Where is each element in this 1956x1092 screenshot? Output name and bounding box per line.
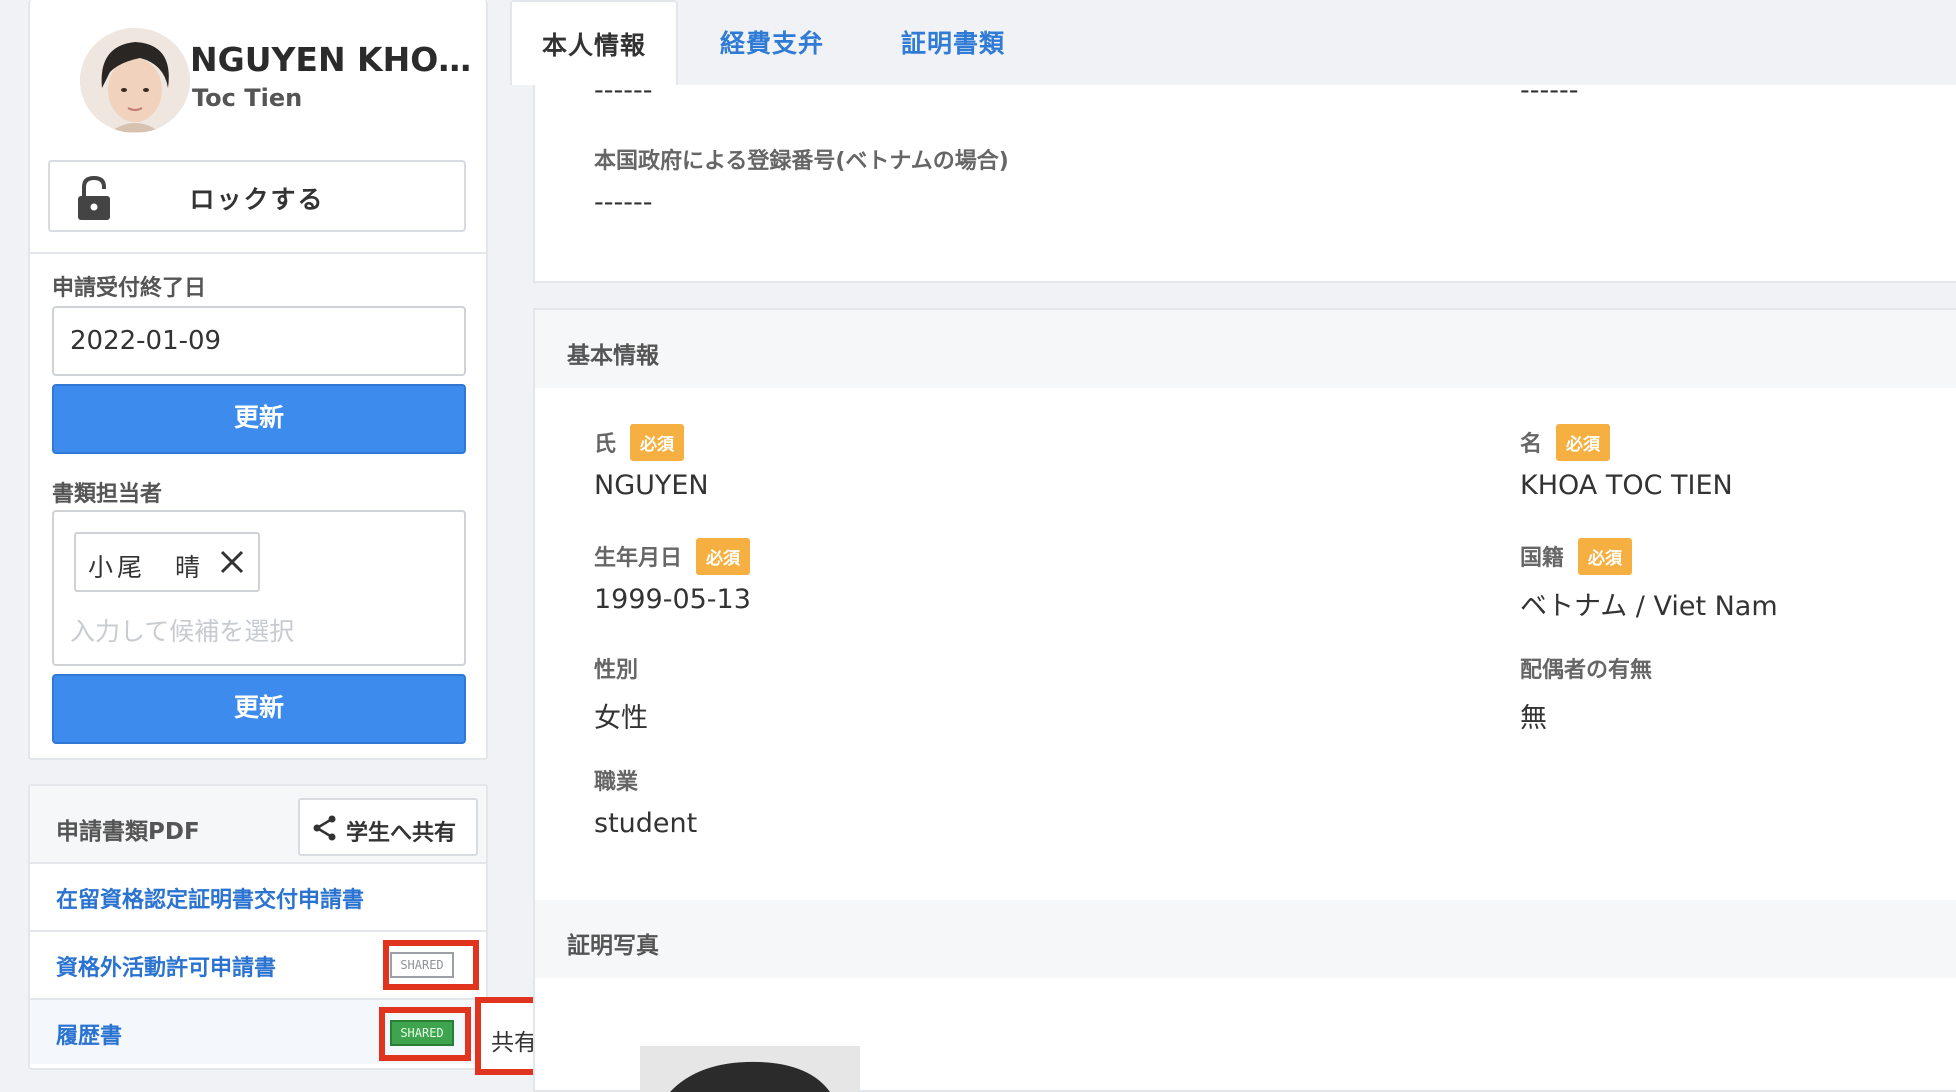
field-value: ------ xyxy=(1520,75,1579,106)
deadline-date-input[interactable]: 2022-01-09 xyxy=(52,306,466,376)
deadline-label: 申請受付終了日 xyxy=(52,276,207,301)
assignee-update-button[interactable]: 更新 xyxy=(52,674,466,744)
registration-number-label: 本国政府による登録番号(ベトナムの場合) xyxy=(594,149,1009,174)
gender-label: 性別 xyxy=(594,658,639,683)
id-photo xyxy=(640,1046,860,1092)
given-name-value: KHOA TOC TIEN xyxy=(1520,470,1733,501)
basic-info-header: 基本情報 xyxy=(535,310,1956,388)
lock-button[interactable]: ロックする xyxy=(48,160,466,232)
registration-number-value: ------ xyxy=(594,187,653,218)
share-icon xyxy=(313,815,336,841)
close-icon[interactable] xyxy=(216,546,248,578)
gender-value: 女性 xyxy=(594,703,648,734)
dob-value: 1999-05-13 xyxy=(594,584,751,615)
nationality-value: ベトナム / Viet Nam xyxy=(1520,591,1778,622)
required-badge: 必須 xyxy=(630,423,685,461)
highlight-box xyxy=(379,1007,471,1061)
required-badge: 必須 xyxy=(1556,423,1611,461)
given-name-label: 名必須 xyxy=(1520,423,1611,464)
required-badge: 必須 xyxy=(1578,537,1633,575)
dob-label-text: 生年月日 xyxy=(594,546,683,571)
pdf-header: 申請書類PDF 学生へ共有 xyxy=(30,786,486,862)
occupation-value: student xyxy=(594,808,698,839)
share-to-student-button[interactable]: 学生へ共有 xyxy=(298,798,478,856)
tab-expenses[interactable]: 経費支弁 xyxy=(690,0,854,85)
spouse-value: 無 xyxy=(1520,703,1547,734)
nationality-label: 国籍 必須 xyxy=(1520,537,1633,578)
tab-certificates[interactable]: 証明書類 xyxy=(871,0,1035,85)
divider xyxy=(30,252,486,254)
photo-title: 証明写真 xyxy=(567,933,659,959)
assignee-chip: 小尾 晴 xyxy=(74,532,260,592)
surname-value: NGUYEN xyxy=(594,470,709,501)
avatar xyxy=(80,28,190,133)
basic-info-title: 基本情報 xyxy=(567,343,659,369)
profile-panel: NGUYEN KHO… Toc Tien ロックする 申請受付終了日 2022-… xyxy=(28,0,488,760)
pdf-link-resume[interactable]: 履歴書 xyxy=(56,1018,122,1050)
highlight-box xyxy=(383,940,479,990)
required-badge: 必須 xyxy=(696,537,751,575)
pdf-list-item[interactable]: 在留資格認定証明書交付申請書 xyxy=(30,862,486,928)
tab-personal-info[interactable]: 本人情報 xyxy=(510,0,679,85)
basic-info-card: 基本情報 氏必須 NGUYEN 名必須 KHOA TOC TIEN 生年月日 必須… xyxy=(533,308,1956,1092)
assignee-chip-label: 小尾 晴 xyxy=(88,553,205,582)
lock-label: ロックする xyxy=(189,185,325,214)
profile-name: NGUYEN KHO… xyxy=(190,40,472,79)
given-name-label-text: 名 xyxy=(1520,432,1543,457)
tabs-bar: 本人情報 経費支弁 証明書類 xyxy=(510,0,1956,85)
occupation-label: 職業 xyxy=(594,770,639,795)
dob-label: 生年月日 必須 xyxy=(594,537,751,578)
field-value: ------ xyxy=(594,75,653,106)
share-label: 学生へ共有 xyxy=(346,821,457,846)
surname-label-text: 氏 xyxy=(594,432,617,457)
left-sidebar: NGUYEN KHO… Toc Tien ロックする 申請受付終了日 2022-… xyxy=(0,0,510,1092)
nationality-label-text: 国籍 xyxy=(1520,546,1565,571)
spouse-label: 配偶者の有無 xyxy=(1520,658,1653,683)
deadline-update-button[interactable]: 更新 xyxy=(52,384,466,454)
assignee-tag-input[interactable]: 小尾 晴 入力して候補を選択 xyxy=(52,510,466,666)
photo-header: 証明写真 xyxy=(535,900,1956,978)
profile-subname: Toc Tien xyxy=(192,84,303,112)
pdf-link-work-permit[interactable]: 資格外活動許可申請書 xyxy=(56,950,276,982)
assignee-label: 書類担当者 xyxy=(52,482,163,507)
identity-card: ------ ------ 本国政府による登録番号(ベトナムの場合) -----… xyxy=(533,75,1956,283)
pdf-link-coe-application[interactable]: 在留資格認定証明書交付申請書 xyxy=(56,882,364,914)
pdf-title: 申請書類PDF xyxy=(56,819,200,845)
surname-label: 氏必須 xyxy=(594,423,685,464)
assignee-placeholder: 入力して候補を選択 xyxy=(70,617,295,646)
